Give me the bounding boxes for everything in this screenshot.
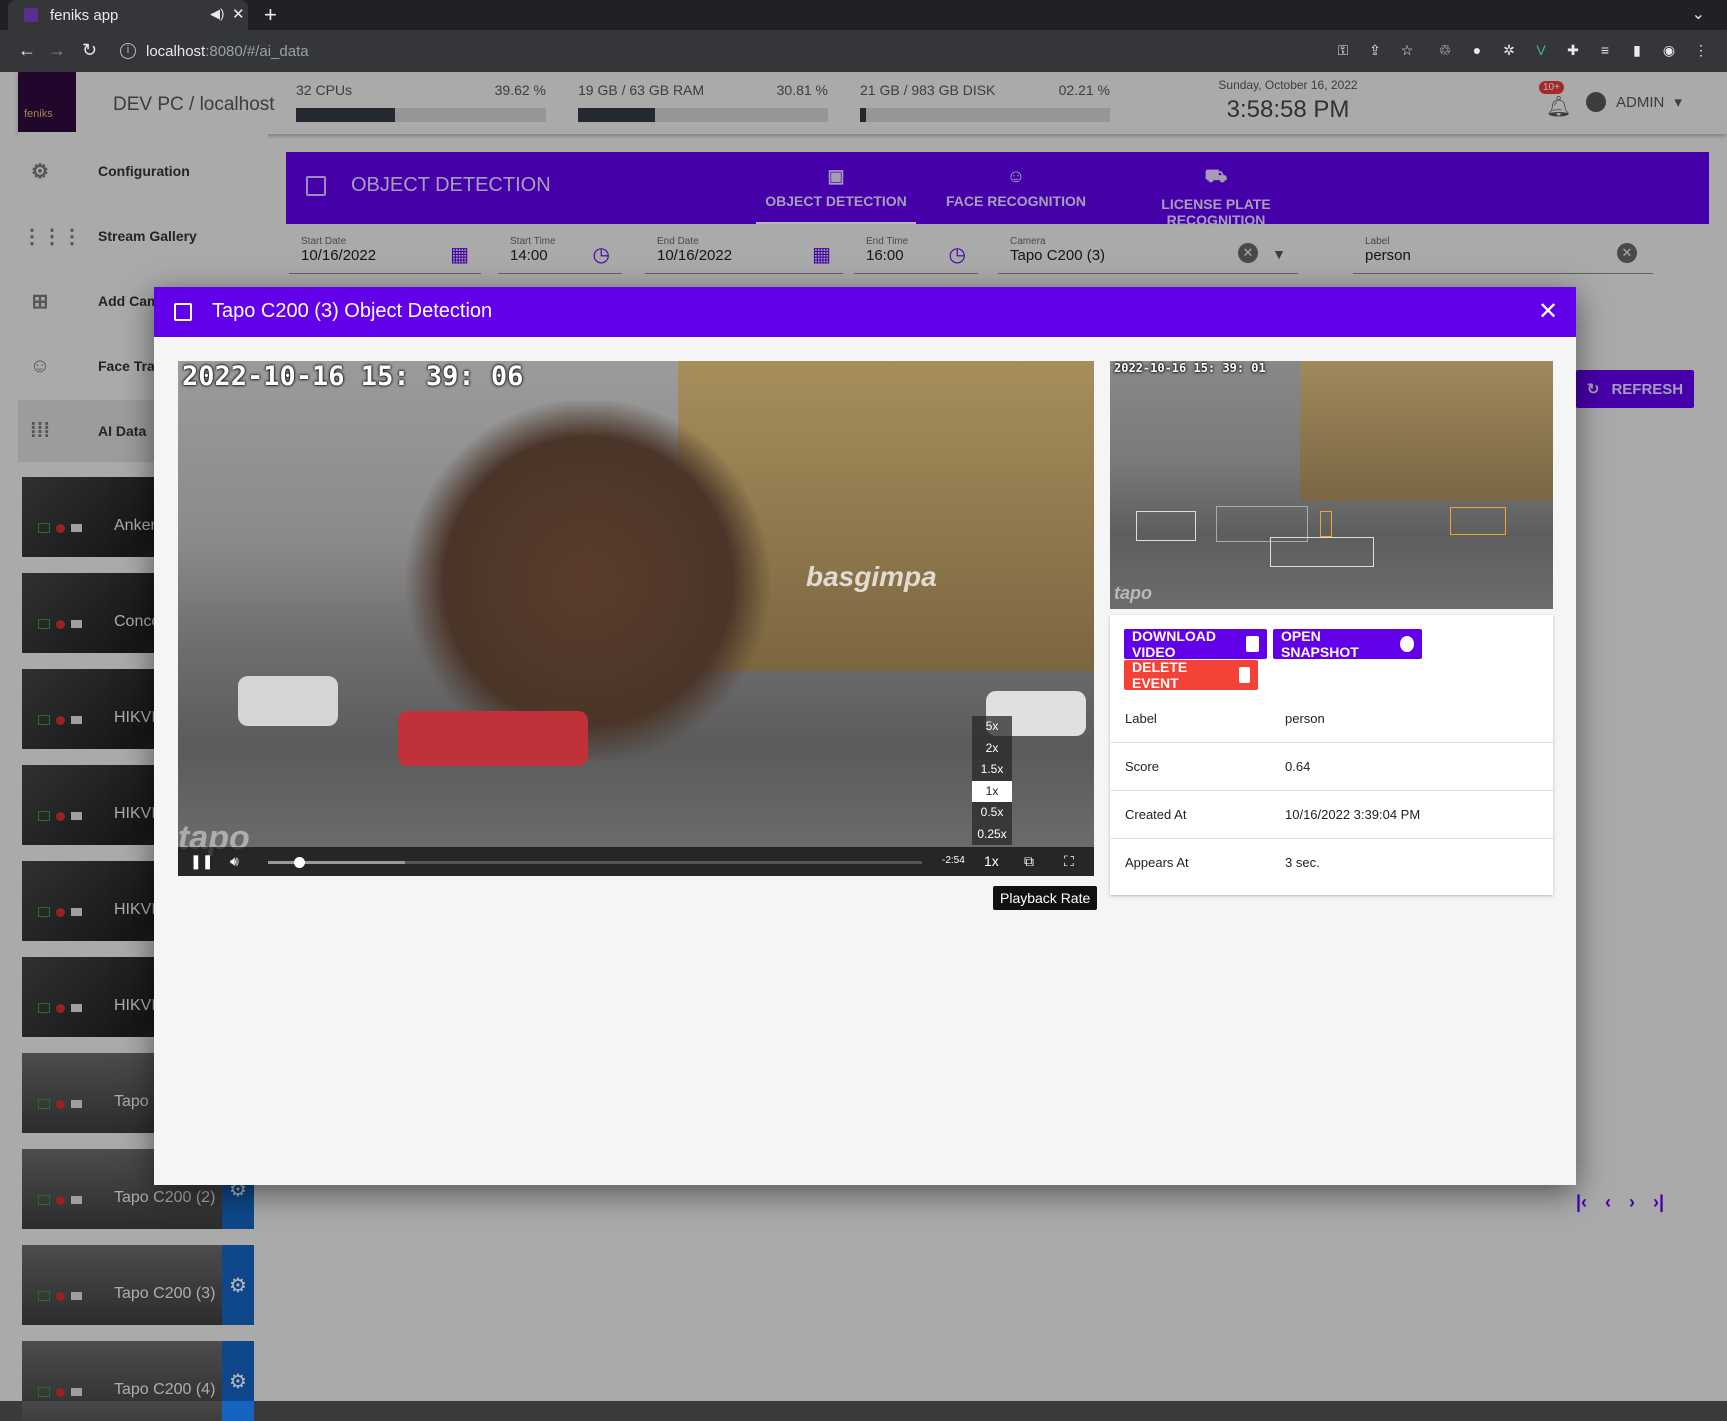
detail-key: Label bbox=[1125, 711, 1157, 726]
browser-menu-icon[interactable]: ⋮ bbox=[1692, 42, 1710, 60]
seek-knob[interactable] bbox=[294, 857, 306, 868]
tab-search-icon[interactable]: ⌄ bbox=[1692, 4, 1705, 24]
open-snapshot-button[interactable]: OPEN SNAPSHOT bbox=[1273, 628, 1422, 660]
detail-row: Created At 10/16/2022 3:39:04 PM bbox=[1110, 791, 1553, 839]
back-icon[interactable]: ← bbox=[18, 40, 36, 61]
url-path: :8080/#/ai_data bbox=[205, 42, 309, 60]
volume-icon[interactable]: 🔊︎ bbox=[230, 853, 239, 870]
object-detection-dialog: Tapo C200 (3) Object Detection ✕ 2022-10… bbox=[154, 287, 1576, 1185]
share-icon[interactable]: ⇪ bbox=[1366, 42, 1384, 60]
rate-option[interactable]: 1.5x bbox=[972, 759, 1012, 781]
extension-gear-icon[interactable]: ✲ bbox=[1500, 42, 1518, 60]
detail-row: Score 0.64 bbox=[1110, 743, 1553, 791]
detection-box bbox=[1270, 537, 1374, 567]
snapshot-watermark: tapo bbox=[1114, 583, 1152, 603]
browser-toolbar: ← → ↻ i localhost :8080/#/ai_data ⚿ ⇪ ☆ … bbox=[0, 30, 1727, 72]
detail-row: Label person bbox=[1110, 695, 1553, 743]
snapshot-image[interactable]: 2022-10-16 15: 39: 01 tapo bbox=[1110, 361, 1553, 609]
pause-icon[interactable]: ❚❚ bbox=[190, 853, 213, 870]
playback-rate-menu: 5x 2x 1.5x 1x 0.5x 0.25x bbox=[972, 716, 1012, 845]
rate-option[interactable]: 0.25x bbox=[972, 824, 1012, 846]
extension-recycle-icon[interactable]: ♲ bbox=[1436, 42, 1454, 60]
detail-key: Appears At bbox=[1125, 855, 1189, 870]
dialog-header: Tapo C200 (3) Object Detection ✕ bbox=[154, 287, 1576, 337]
seek-bar[interactable] bbox=[268, 857, 922, 868]
rate-option[interactable]: 0.5x bbox=[972, 802, 1012, 824]
close-tab-icon[interactable]: ✕ bbox=[232, 5, 245, 23]
button-label: DELETE EVENT bbox=[1132, 659, 1188, 691]
fullscreen-icon[interactable]: ⛶ bbox=[1064, 853, 1074, 870]
video-player[interactable]: 2022-10-16 15: 39: 06 basgimpa tapo 5x 2… bbox=[178, 361, 1094, 876]
detail-key: Score bbox=[1125, 759, 1159, 774]
browser-tab-title: feniks app bbox=[50, 6, 119, 24]
playback-rate-tooltip: Playback Rate bbox=[993, 886, 1098, 910]
detail-row: Appears At 3 sec. bbox=[1110, 839, 1553, 887]
button-label: OPEN SNAPSHOT bbox=[1281, 628, 1359, 660]
detail-value: 10/16/2022 3:39:04 PM bbox=[1285, 807, 1421, 822]
detail-value: 0.64 bbox=[1285, 759, 1311, 774]
image-icon bbox=[174, 303, 192, 321]
new-tab-button[interactable]: + bbox=[264, 2, 277, 28]
extensions-icon[interactable]: ✚ bbox=[1564, 42, 1582, 60]
snapshot-timestamp: 2022-10-16 15: 39: 01 bbox=[1114, 361, 1266, 375]
rate-option[interactable]: 2x bbox=[972, 738, 1012, 760]
close-icon[interactable]: ✕ bbox=[1538, 297, 1558, 326]
detection-box bbox=[1136, 511, 1196, 541]
rate-option[interactable]: 5x bbox=[972, 716, 1012, 738]
url-host: localhost bbox=[146, 42, 206, 60]
button-label: DOWNLOAD VIDEO bbox=[1132, 628, 1216, 660]
address-bar[interactable]: i localhost :8080/#/ai_data bbox=[120, 36, 1320, 66]
video-timestamp: 2022-10-16 15: 39: 06 bbox=[182, 361, 524, 392]
profile-icon[interactable]: ◉ bbox=[1660, 42, 1678, 60]
person-detection-box bbox=[1320, 511, 1332, 537]
side-panel-icon[interactable]: ▮ bbox=[1628, 42, 1646, 60]
site-info-icon[interactable]: i bbox=[120, 43, 136, 59]
extension-circle-icon[interactable]: ● bbox=[1468, 42, 1486, 60]
media-icon[interactable]: ≡ bbox=[1596, 42, 1614, 60]
detection-box bbox=[1450, 507, 1506, 535]
video-scene-tree bbox=[398, 401, 778, 761]
detail-key: Created At bbox=[1125, 807, 1187, 822]
dialog-title: Tapo C200 (3) Object Detection bbox=[212, 300, 493, 322]
browser-tab[interactable]: feniks app ◀︎) ✕ bbox=[8, 0, 248, 30]
key-icon[interactable]: ⚿ bbox=[1334, 42, 1352, 60]
vue-devtools-icon[interactable]: V bbox=[1532, 42, 1550, 60]
rate-option-selected[interactable]: 1x bbox=[972, 780, 1012, 802]
event-details-card: DOWNLOAD VIDEO OPEN SNAPSHOT DELETE EVEN… bbox=[1110, 615, 1553, 895]
video-controls: ❚❚ 🔊︎ -2:54 1x ⧉ ⛶ bbox=[178, 847, 1094, 876]
time-remaining: -2:54 bbox=[942, 855, 965, 866]
camera-icon bbox=[1399, 636, 1414, 652]
playback-rate-button[interactable]: 1x bbox=[984, 853, 999, 869]
detail-value: 3 sec. bbox=[1285, 855, 1320, 870]
favicon-icon bbox=[24, 8, 38, 22]
delete-event-button[interactable]: DELETE EVENT bbox=[1124, 659, 1258, 691]
video-sign: basgimpa bbox=[806, 561, 937, 592]
detail-value: person bbox=[1285, 711, 1325, 726]
buffered-bar bbox=[268, 861, 406, 864]
video-scene-car bbox=[238, 676, 338, 726]
picture-in-picture-icon[interactable]: ⧉ bbox=[1024, 853, 1034, 870]
video-scene-truck bbox=[398, 711, 588, 766]
download-video-button[interactable]: DOWNLOAD VIDEO bbox=[1124, 628, 1267, 660]
reload-icon[interactable]: ↻ bbox=[82, 40, 97, 61]
browser-tab-strip: feniks app ◀︎) ✕ + ⌄ bbox=[0, 0, 1727, 30]
trash-icon bbox=[1239, 667, 1250, 683]
star-icon[interactable]: ☆ bbox=[1398, 42, 1416, 60]
snapshot-scene-building bbox=[1300, 361, 1553, 501]
speaker-icon[interactable]: ◀︎) bbox=[210, 6, 224, 22]
film-icon bbox=[1246, 636, 1259, 652]
forward-icon[interactable]: → bbox=[48, 40, 66, 61]
